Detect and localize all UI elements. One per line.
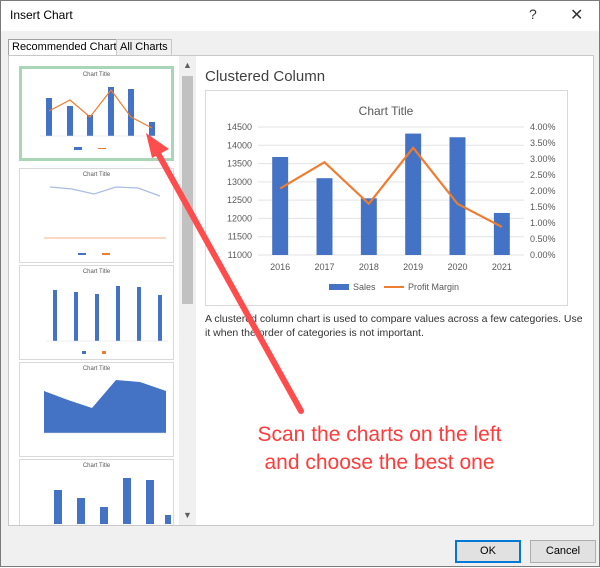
tab-recommended-charts[interactable]: Recommended Charts: [8, 39, 127, 55]
y2-tick-label: 0.50%: [530, 234, 556, 244]
thumbnail-chart: [44, 380, 166, 434]
chart-preview: Chart Title 14500 14000 13500 13000 12500 120…: [205, 90, 568, 306]
chart-title: Chart Title: [359, 104, 414, 118]
dialog-title: Insert Chart: [10, 8, 73, 22]
x-tick-label: 2020: [447, 262, 467, 272]
y-tick-label: 11000: [228, 250, 252, 260]
y2-tick-label: 2.00%: [530, 186, 556, 196]
preview-chart: Chart Title 14500 14000 13500 13000 12500 120…: [227, 104, 556, 292]
bar: [360, 198, 377, 255]
chart-thumbnail-clustered-column[interactable]: Chart Title: [19, 66, 174, 161]
x-tick-label: 2018: [359, 262, 379, 272]
x-tick-label: 2017: [314, 262, 334, 272]
chevron-down-icon[interactable]: ▼: [183, 510, 192, 520]
y-tick-label: 12500: [227, 195, 252, 205]
bar: [272, 156, 289, 255]
chart-thumbnail-line[interactable]: Chart Title: [19, 168, 174, 263]
chart-thumbnail-column-2[interactable]: Chart Title: [19, 459, 174, 525]
thumbnail-chart: [40, 87, 162, 150]
bar: [405, 133, 422, 255]
y2-tick-label: 1.50%: [530, 202, 556, 212]
y2-tick-label: 4.00%: [530, 122, 556, 132]
x-tick-label: 2019: [403, 262, 423, 272]
x-tick-label: 2016: [270, 262, 290, 272]
recommended-chart-list: Chart Title Chart Title Chart Title Char…: [9, 56, 199, 525]
y-tick-label: 12000: [227, 213, 252, 223]
chart-thumbnail-area[interactable]: Chart Title: [19, 362, 174, 457]
chart-type-title: Clustered Column: [205, 68, 326, 85]
thumbnail-chart: [46, 286, 168, 354]
chart-thumbnail-column[interactable]: Chart Title: [19, 265, 174, 360]
x-tick-label: 2021: [492, 262, 512, 272]
chart-description: A clustered column chart is used to comp…: [205, 313, 583, 339]
y2-tick-label: 0.00%: [530, 250, 556, 260]
y2-tick-label: 3.50%: [530, 138, 556, 148]
legend-swatch: [329, 284, 349, 290]
y-tick-label: 13500: [227, 159, 252, 169]
y-tick-label: 14500: [227, 122, 252, 132]
close-icon[interactable]: ✕: [570, 5, 583, 25]
thumbnail-scrollbar[interactable]: ▲ ▼: [179, 56, 196, 525]
ok-button[interactable]: OK: [455, 540, 521, 563]
y2-tick-label: 3.00%: [530, 154, 556, 164]
cancel-button[interactable]: Cancel: [530, 540, 596, 563]
legend-label: Sales: [353, 282, 376, 292]
y-tick-label: 11500: [228, 232, 252, 242]
title-bar: Insert Chart ? ✕: [1, 1, 599, 31]
y2-tick-label: 1.00%: [530, 218, 556, 228]
insert-chart-dialog: Insert Chart ? ✕ Recommended Charts All …: [0, 0, 600, 567]
annotation-text: Scan the charts on the left and choose t…: [257, 423, 502, 474]
thumbnail-chart: [54, 478, 171, 524]
thumbnail-chart: [44, 186, 166, 255]
tab-all-charts[interactable]: All Charts: [116, 39, 172, 55]
help-icon[interactable]: ?: [529, 6, 537, 22]
y-tick-label: 13000: [227, 177, 252, 187]
y-tick-label: 14000: [227, 140, 252, 150]
chevron-up-icon[interactable]: ▲: [183, 60, 192, 70]
legend-label: Profit Margin: [408, 282, 459, 292]
y2-tick-label: 2.50%: [530, 170, 556, 180]
scrollbar-thumb[interactable]: [182, 76, 193, 304]
series-line: [279, 146, 503, 228]
bar: [316, 178, 333, 255]
bar: [493, 212, 510, 255]
